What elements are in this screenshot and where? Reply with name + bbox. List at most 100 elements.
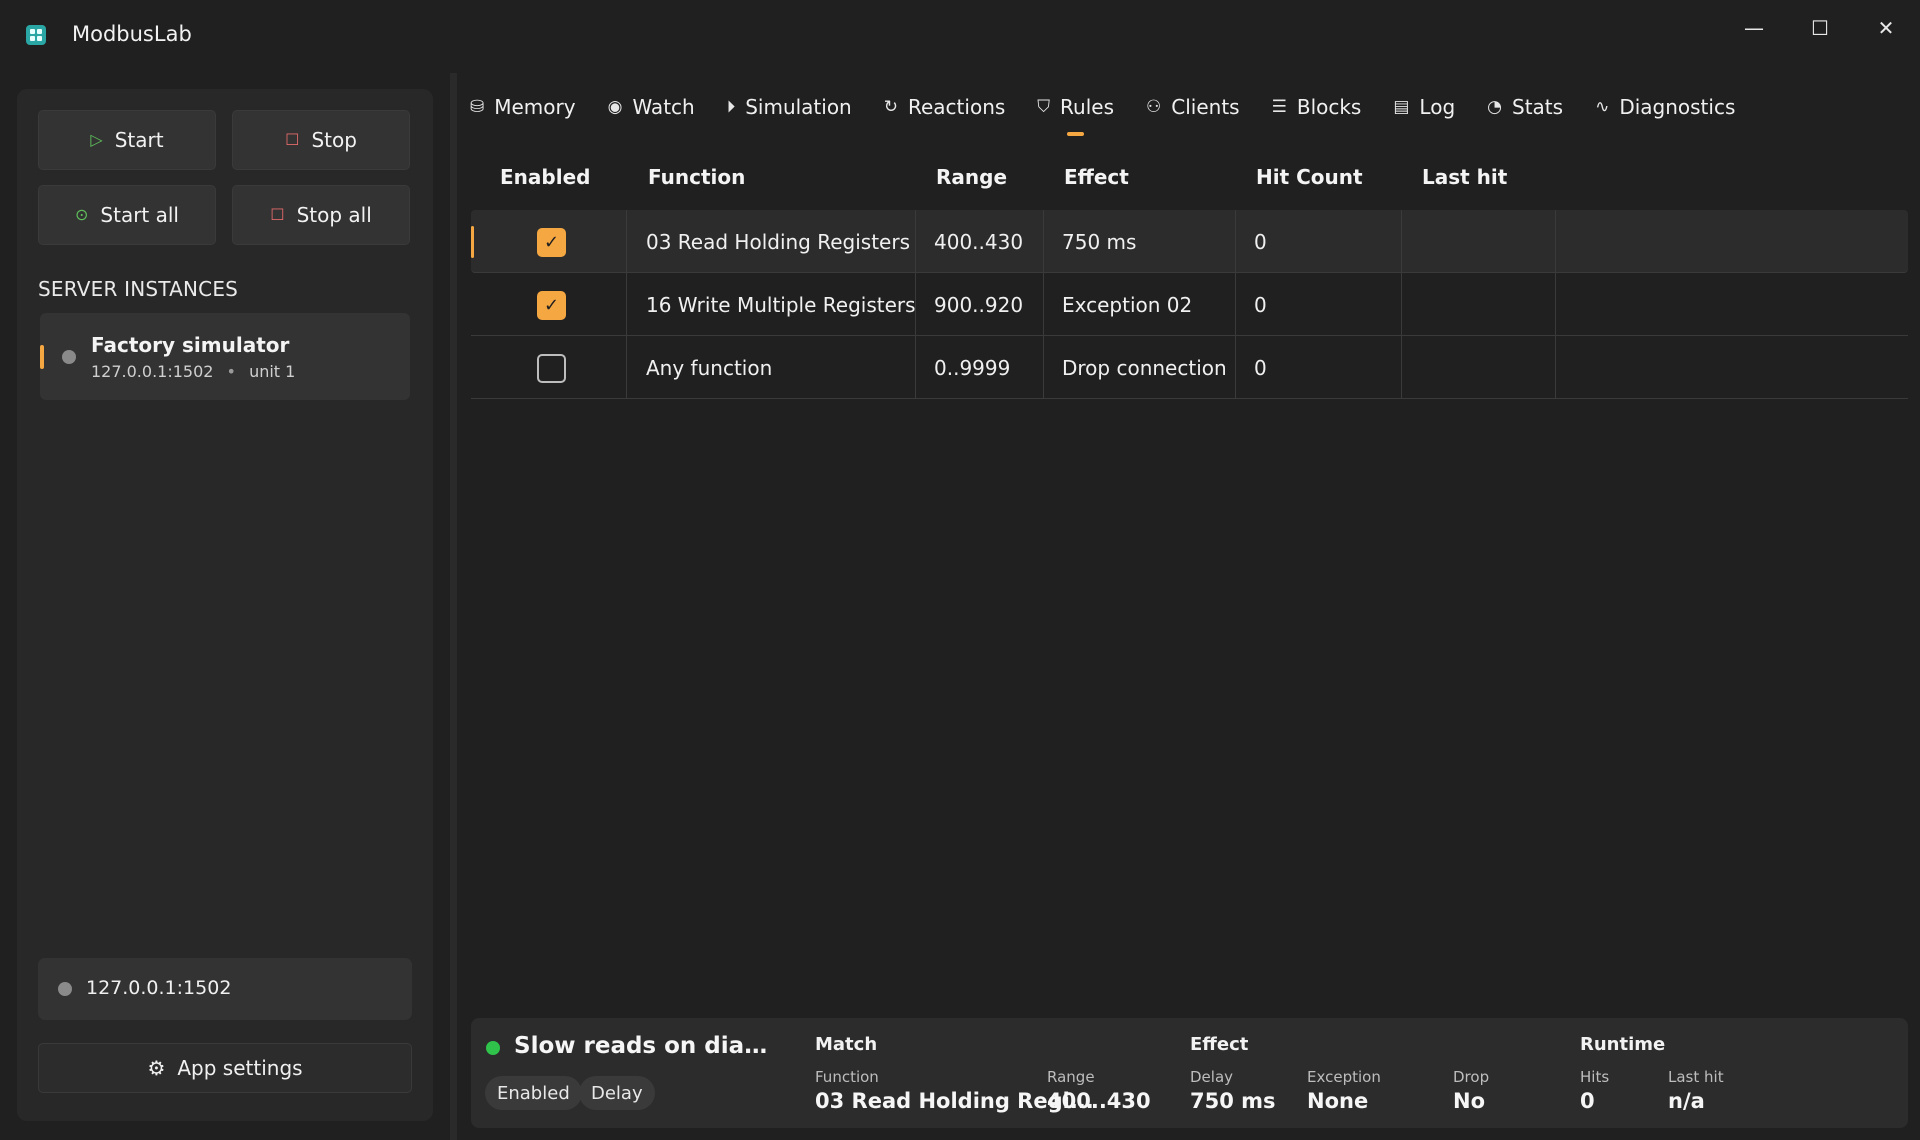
function-cell: 16 Write Multiple Registers xyxy=(646,292,916,317)
table-header: Enabled Function Range Effect Hit Count … xyxy=(471,150,1908,210)
effect-cell: Drop connection xyxy=(1062,355,1227,380)
column-header-function[interactable]: Function xyxy=(648,165,745,189)
instance-unit: unit 1 xyxy=(249,362,296,381)
delay-value: 750 ms xyxy=(1190,1089,1276,1113)
tab-blocks[interactable]: ☰ Blocks xyxy=(1272,82,1362,132)
delay-chip: Delay xyxy=(579,1076,655,1110)
column-separator xyxy=(626,336,627,398)
column-separator xyxy=(1043,273,1044,335)
instance-address: 127.0.0.1:1502 xyxy=(91,362,214,381)
start-all-button[interactable]: ⊙ Start all xyxy=(38,185,216,245)
instance-name: Factory simulator xyxy=(91,333,290,357)
minimize-button[interactable]: — xyxy=(1724,8,1784,48)
match-heading: Match xyxy=(815,1034,878,1055)
column-separator xyxy=(1401,273,1402,335)
drop-value: No xyxy=(1453,1089,1486,1113)
start-label: Start xyxy=(114,128,164,152)
checkmark-icon: ✓ xyxy=(543,295,560,316)
column-separator xyxy=(1555,273,1556,335)
effect-heading: Effect xyxy=(1190,1034,1249,1055)
stop-icon: ☐ xyxy=(285,130,300,149)
drop-label: Drop xyxy=(1453,1068,1490,1086)
tab-diagnostics[interactable]: ∿ Diagnostics xyxy=(1595,82,1735,132)
eye-icon: ◉ xyxy=(607,97,623,117)
column-header-range[interactable]: Range xyxy=(936,165,1007,189)
tab-label: Blocks xyxy=(1296,95,1362,119)
column-header-enabled[interactable]: Enabled xyxy=(500,165,590,189)
table-row[interactable]: ✓ 03 Read Holding Registers 400..430 750… xyxy=(471,210,1908,273)
close-button[interactable]: ✕ xyxy=(1856,8,1916,48)
last-hit-label: Last hit xyxy=(1668,1068,1724,1086)
tab-reactions[interactable]: ↻ Reactions xyxy=(884,82,1006,132)
tab-clients[interactable]: ⚇ Clients xyxy=(1146,82,1240,132)
range-label: Range xyxy=(1047,1068,1095,1086)
selection-accent xyxy=(40,345,44,369)
rules-table: Enabled Function Range Effect Hit Count … xyxy=(471,150,1908,399)
hit-count-cell: 0 xyxy=(1254,292,1267,317)
column-header-last-hit[interactable]: Last hit xyxy=(1422,165,1507,189)
server-instance-item[interactable]: Factory simulator 127.0.0.1:1502 • unit … xyxy=(40,313,410,400)
column-separator xyxy=(915,210,916,272)
delay-label: Delay xyxy=(1190,1068,1234,1086)
tab-simulation[interactable]: ⏵ Simulation xyxy=(727,82,852,132)
column-separator xyxy=(626,210,627,272)
table-row[interactable]: ✓ 16 Write Multiple Registers 900..920 E… xyxy=(471,273,1908,336)
effect-cell: 750 ms xyxy=(1062,229,1137,254)
tab-label: Memory xyxy=(494,95,576,119)
tab-memory[interactable]: ⛁ Memory xyxy=(470,82,576,132)
column-separator xyxy=(1555,336,1556,398)
tab-label: Diagnostics xyxy=(1619,95,1736,119)
start-button[interactable]: ▷ Start xyxy=(38,110,216,170)
tab-rules[interactable]: ⛉ Rules xyxy=(1037,82,1114,136)
app-title: ModbusLab xyxy=(72,22,192,46)
column-separator xyxy=(1043,210,1044,272)
stop-all-button[interactable]: ☐ Stop all xyxy=(232,185,410,245)
hits-value: 0 xyxy=(1580,1089,1595,1113)
endpoint-status-dot xyxy=(58,982,72,996)
range-value: 400..430 xyxy=(1047,1089,1151,1113)
range-cell: 400..430 xyxy=(934,229,1024,254)
table-row[interactable]: Any function 0..9999 Drop connection 0 xyxy=(471,336,1908,399)
database-icon: ⛁ xyxy=(470,97,485,117)
app-logo-icon xyxy=(26,25,46,45)
stop-button[interactable]: ☐ Stop xyxy=(232,110,410,170)
enabled-checkbox[interactable] xyxy=(537,354,566,383)
app-settings-button[interactable]: ⚙ App settings xyxy=(38,1043,412,1093)
hit-count-cell: 0 xyxy=(1254,229,1267,254)
tab-label: Log xyxy=(1419,95,1456,119)
tab-stats[interactable]: ◔ Stats xyxy=(1487,82,1563,132)
column-separator xyxy=(1235,210,1236,272)
gear-icon: ⚙ xyxy=(147,1056,166,1080)
rule-status-dot xyxy=(486,1041,500,1055)
pulse-icon: ∿ xyxy=(1595,97,1610,117)
play-circle-icon: ⏵ xyxy=(726,97,736,117)
range-cell: 900..920 xyxy=(934,292,1024,317)
enabled-chip: Enabled xyxy=(485,1076,582,1110)
column-header-hit-count[interactable]: Hit Count xyxy=(1256,165,1363,189)
tab-bar: ⛁ Memory ◉ Watch ⏵ Simulation ↻ Reactions ⛉ R… xyxy=(470,82,1767,136)
column-separator xyxy=(1555,210,1556,272)
rule-title: Slow reads on diagno... xyxy=(514,1033,774,1059)
runtime-heading: Runtime xyxy=(1580,1034,1666,1055)
refresh-icon: ↻ xyxy=(883,97,898,117)
effect-cell: Exception 02 xyxy=(1062,292,1193,317)
endpoint-address: 127.0.0.1:1502 xyxy=(86,977,232,999)
column-separator xyxy=(915,273,916,335)
panel-divider[interactable] xyxy=(450,73,457,1140)
column-header-effect[interactable]: Effect xyxy=(1064,165,1129,189)
column-separator xyxy=(1235,273,1236,335)
hit-count-cell: 0 xyxy=(1254,355,1267,380)
maximize-button[interactable]: ☐ xyxy=(1790,8,1850,48)
enabled-checkbox[interactable]: ✓ xyxy=(537,291,566,320)
list-icon: ☰ xyxy=(1271,97,1287,117)
enabled-checkbox[interactable]: ✓ xyxy=(537,228,566,257)
tab-label: Clients xyxy=(1171,95,1240,119)
hits-label: Hits xyxy=(1580,1068,1610,1086)
users-icon: ⚇ xyxy=(1146,97,1162,117)
range-cell: 0..9999 xyxy=(934,355,1011,380)
function-cell: Any function xyxy=(646,355,773,380)
tab-log[interactable]: ▤ Log xyxy=(1393,82,1455,132)
column-separator xyxy=(626,273,627,335)
tab-watch[interactable]: ◉ Watch xyxy=(608,82,695,132)
column-separator xyxy=(1043,336,1044,398)
